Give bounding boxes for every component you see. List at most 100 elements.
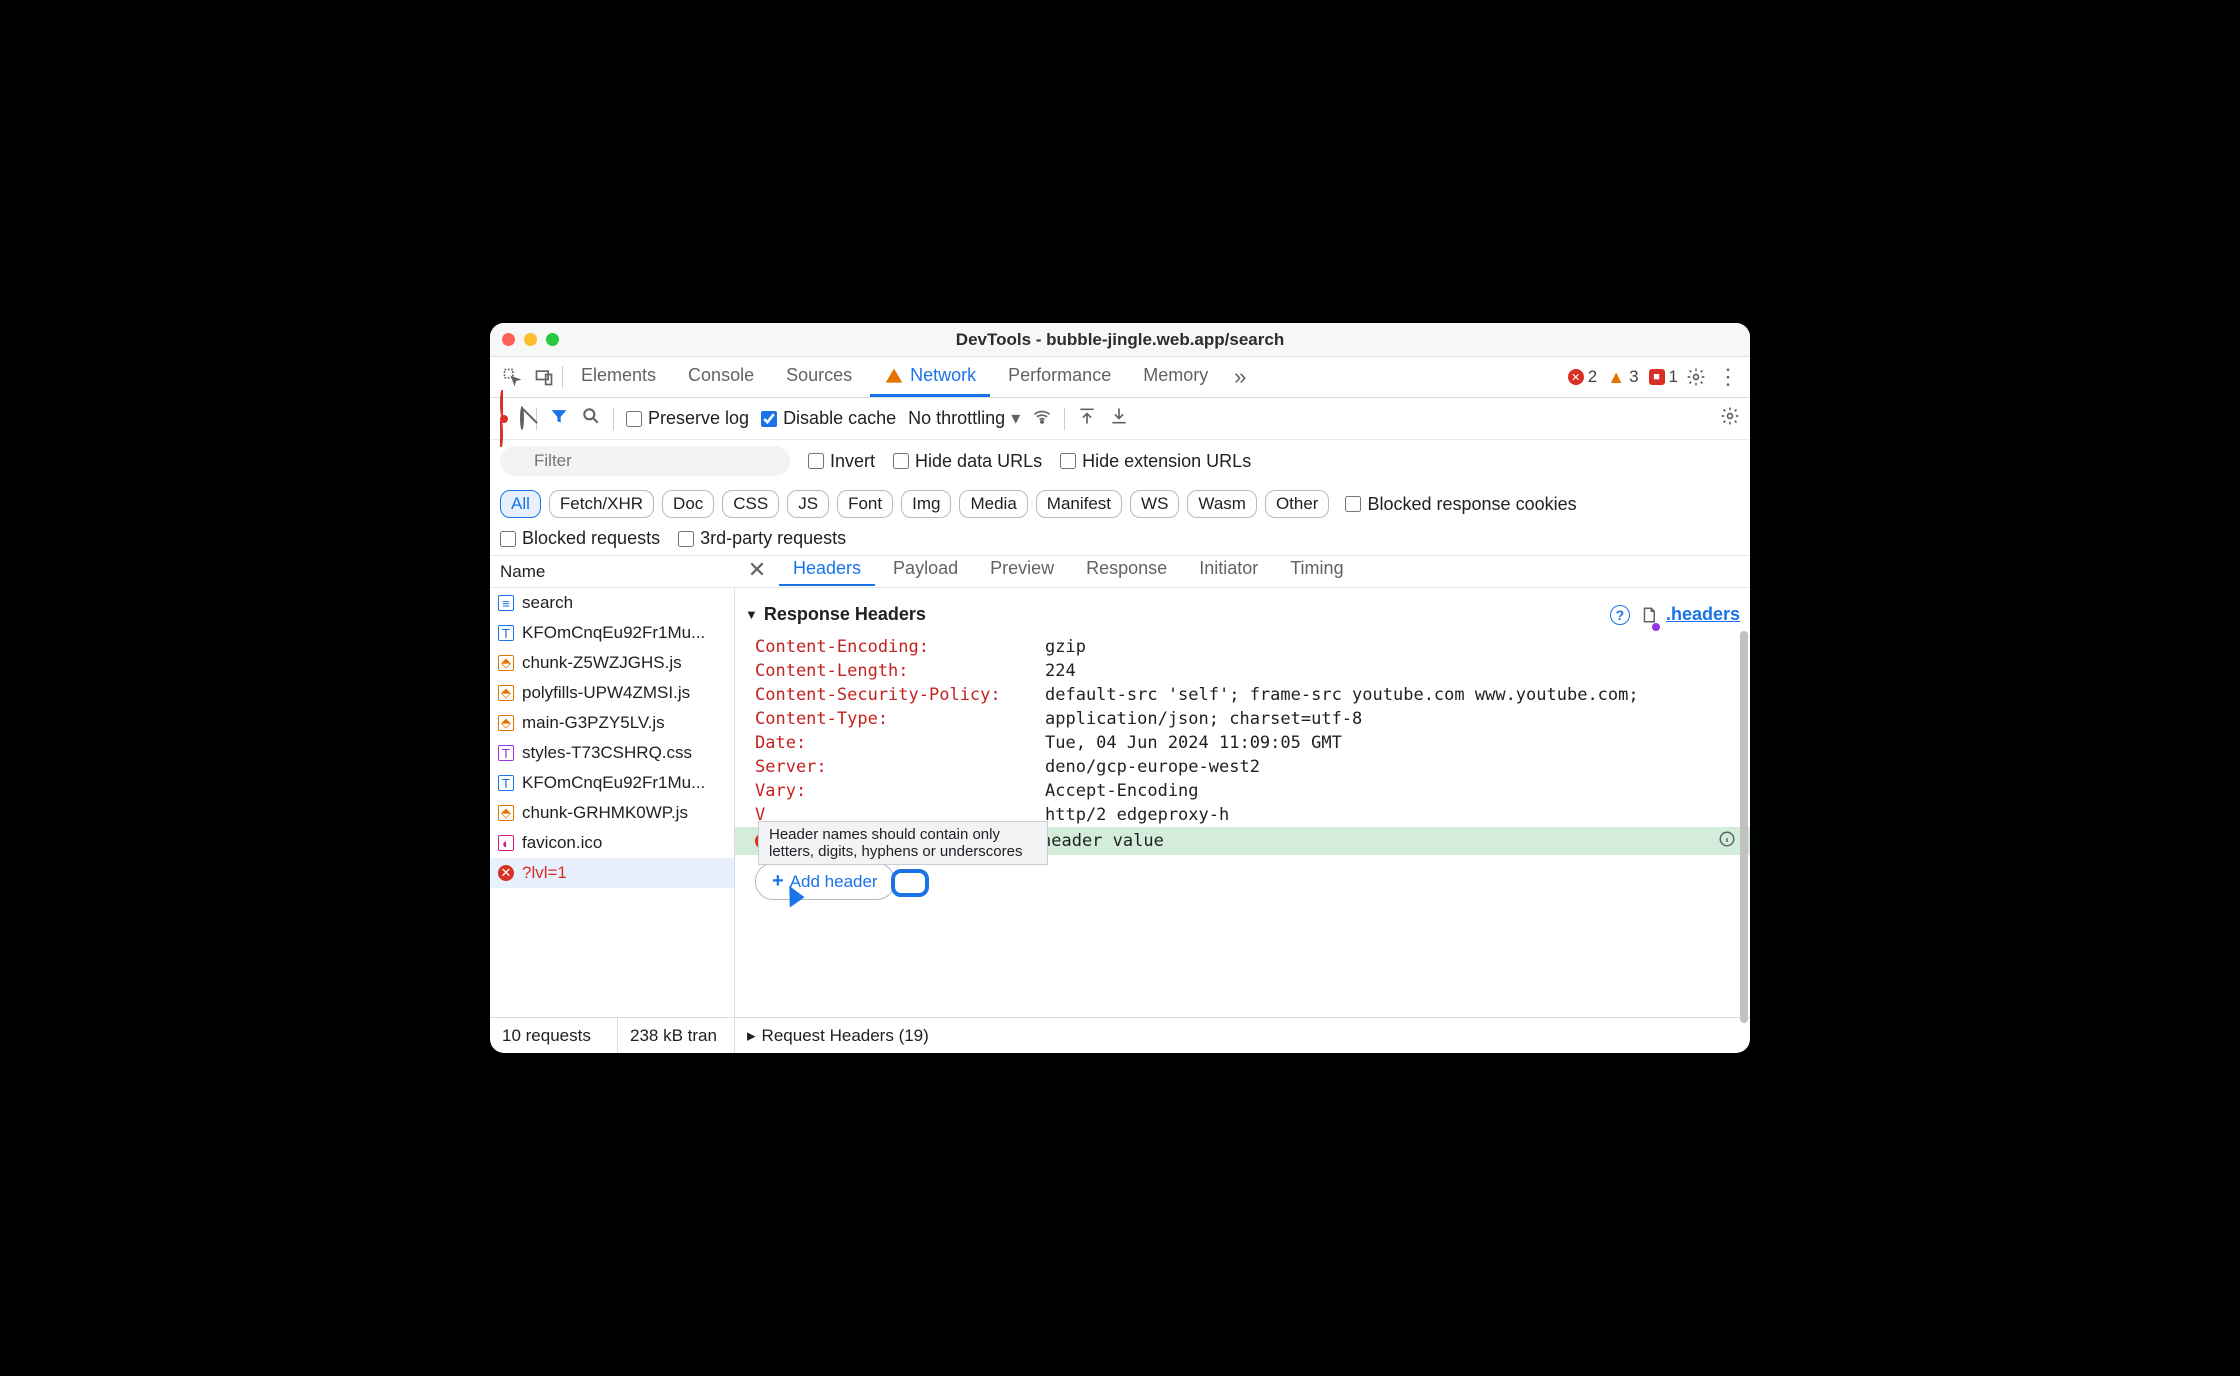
clear-button[interactable] (520, 408, 524, 429)
invert-checkbox[interactable]: Invert (808, 451, 875, 472)
detail-tab-response[interactable]: Response (1072, 554, 1181, 586)
request-row[interactable]: ⬘main-G3PZY5LV.js (490, 708, 734, 738)
tab-elements[interactable]: Elements (567, 357, 670, 397)
network-conditions-icon[interactable] (1032, 406, 1052, 432)
request-row[interactable]: ≡search (490, 588, 734, 618)
minimize-window[interactable] (524, 333, 537, 346)
filter-pill-doc[interactable]: Doc (662, 490, 714, 518)
close-details-icon[interactable]: ✕ (739, 554, 775, 586)
import-har-icon[interactable] (1077, 406, 1097, 432)
preserve-log-checkbox[interactable]: Preserve log (626, 408, 749, 429)
status-bar: 10 requests 238 kB tran Request Headers … (490, 1017, 1750, 1053)
tab-performance[interactable]: Performance (994, 357, 1125, 397)
headers-override-link[interactable]: .headers (1640, 604, 1740, 625)
header-value-input[interactable]: header value (1041, 831, 1740, 851)
request-row[interactable]: TKFOmCnqEu92Fr1Mu... (490, 618, 734, 648)
status-transferred: 238 kB tran (618, 1018, 735, 1053)
filter-pill-img[interactable]: Img (901, 490, 951, 518)
script-icon: ⬘ (498, 685, 514, 701)
throttling-select[interactable]: No throttling ▾ (908, 408, 1020, 429)
export-har-icon[interactable] (1109, 406, 1129, 432)
status-requests: 10 requests (490, 1018, 618, 1053)
detail-tab-preview[interactable]: Preview (976, 554, 1068, 586)
request-row[interactable]: ◐favicon.ico (490, 828, 734, 858)
detail-panel: ▼ Response Headers ? .headers Content-En… (735, 588, 1750, 1017)
hide-data-urls-checkbox[interactable]: Hide data URLs (893, 451, 1042, 472)
response-headers-section[interactable]: ▼ Response Headers ? .headers (735, 600, 1750, 635)
window-title: DevTools - bubble-jingle.web.app/search (502, 330, 1738, 350)
error-icon: ✕ (498, 865, 514, 881)
request-row[interactable]: Tstyles-T73CSHRQ.css (490, 738, 734, 768)
request-row[interactable]: TKFOmCnqEu92Fr1Mu... (490, 768, 734, 798)
detail-tab-initiator[interactable]: Initiator (1185, 554, 1272, 586)
warning-icon (884, 366, 904, 386)
filter-pill-media[interactable]: Media (959, 490, 1027, 518)
record-button[interactable] (500, 393, 508, 445)
filter-pill-ws[interactable]: WS (1130, 490, 1179, 518)
detail-tab-headers[interactable]: Headers (779, 554, 875, 586)
filter-pill-js[interactable]: JS (787, 490, 829, 518)
filter-pill-fetch[interactable]: Fetch/XHR (549, 490, 654, 518)
scrollbar[interactable] (1740, 631, 1748, 1023)
filter-input[interactable] (500, 446, 790, 476)
kebab-menu-icon[interactable]: ⋮ (1714, 363, 1742, 391)
close-window[interactable] (502, 333, 515, 346)
request-row[interactable]: ⬘chunk-GRHMK0WP.js (490, 798, 734, 828)
more-tabs-icon[interactable]: » (1226, 363, 1254, 391)
console-warnings-count[interactable]: ▲3 (1607, 367, 1638, 388)
detail-tab-payload[interactable]: Payload (879, 554, 972, 586)
font-icon: T (498, 775, 514, 791)
blocked-requests-checkbox[interactable]: Blocked requests (500, 528, 660, 549)
request-row[interactable]: ✕?lvl=1 (490, 858, 734, 888)
file-icon (1640, 606, 1658, 624)
info-icon[interactable] (1718, 830, 1736, 853)
add-header-button[interactable]: + Add header (755, 863, 895, 900)
disable-cache-checkbox[interactable]: Disable cache (761, 408, 896, 429)
filter-pill-manifest[interactable]: Manifest (1036, 490, 1122, 518)
console-errors-count[interactable]: ✕2 (1568, 367, 1597, 387)
help-icon[interactable]: ? (1610, 605, 1630, 625)
devtools-main-tabs: Elements Console Sources Network Perform… (490, 357, 1750, 398)
validation-tooltip: Header names should contain only letters… (758, 821, 1048, 865)
chevron-down-icon: ▾ (1011, 408, 1020, 429)
document-icon: ≡ (498, 595, 514, 611)
search-icon[interactable] (581, 406, 601, 432)
response-header: Content-Security-Policy:default-src 'sel… (735, 683, 1750, 707)
filter-pill-other[interactable]: Other (1265, 490, 1330, 518)
filter-pill-font[interactable]: Font (837, 490, 893, 518)
col-name-header[interactable]: Name (490, 562, 735, 582)
script-icon: ⬘ (498, 715, 514, 731)
tab-console[interactable]: Console (674, 357, 768, 397)
request-row[interactable]: ⬘polyfills-UPW4ZMSI.js (490, 678, 734, 708)
response-header: Vary:Accept-Encoding (735, 779, 1750, 803)
network-toolbar: Preserve log Disable cache No throttling… (490, 398, 1750, 440)
response-header: Content-Type:application/json; charset=u… (735, 707, 1750, 731)
response-header: Date:Tue, 04 Jun 2024 11:09:05 GMT (735, 731, 1750, 755)
response-header: Content-Length:224 (735, 659, 1750, 683)
issues-count[interactable]: ■1 (1649, 367, 1678, 387)
device-toolbar-icon[interactable] (530, 363, 558, 391)
zoom-window[interactable] (546, 333, 559, 346)
network-settings-icon[interactable] (1720, 406, 1740, 432)
request-row[interactable]: ⬘chunk-Z5WZJGHS.js (490, 648, 734, 678)
filter-pill-css[interactable]: CSS (722, 490, 779, 518)
hide-extension-urls-checkbox[interactable]: Hide extension URLs (1060, 451, 1251, 472)
filter-pill-all[interactable]: All (500, 490, 541, 518)
detail-tab-timing[interactable]: Timing (1276, 554, 1357, 586)
triangle-warn-icon: ▲ (1607, 367, 1625, 388)
request-headers-section[interactable]: Request Headers (19) (735, 1018, 1750, 1053)
tab-network[interactable]: Network (870, 357, 990, 397)
tab-memory[interactable]: Memory (1129, 357, 1222, 397)
filter-pill-wasm[interactable]: Wasm (1187, 490, 1257, 518)
disclosure-triangle-icon: ▼ (745, 607, 758, 622)
filter-toggle-icon[interactable] (549, 406, 569, 432)
inspect-element-icon[interactable] (498, 363, 526, 391)
status-counters: ✕2 ▲3 ■1 (1568, 367, 1678, 388)
titlebar: DevTools - bubble-jingle.web.app/search (490, 323, 1750, 357)
blocked-cookies-checkbox[interactable]: Blocked response cookies (1345, 494, 1576, 515)
image-icon: ◐ (498, 835, 514, 851)
tab-sources[interactable]: Sources (772, 357, 866, 397)
response-header: Content-Encoding:gzip (735, 635, 1750, 659)
settings-gear-icon[interactable] (1682, 363, 1710, 391)
third-party-checkbox[interactable]: 3rd-party requests (678, 528, 846, 549)
